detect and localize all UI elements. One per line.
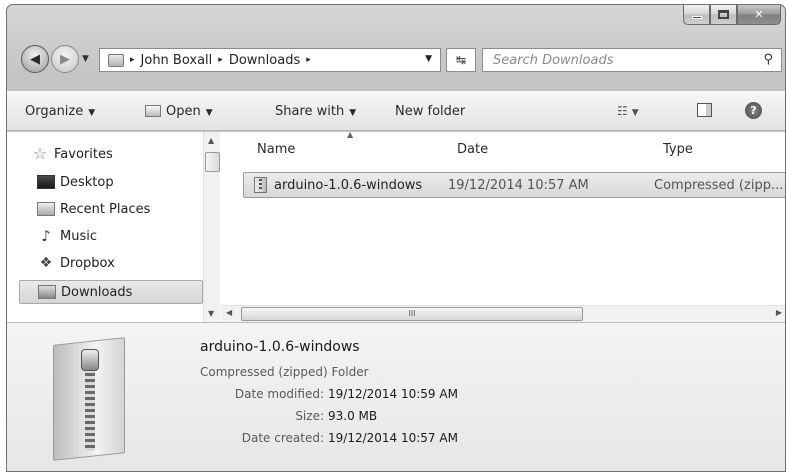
scroll-down-icon[interactable]: ▼ — [208, 309, 214, 318]
details-key: Date modified: — [234, 387, 324, 401]
minimize-button[interactable] — [683, 5, 710, 25]
chevron-down-icon: ▼ — [631, 108, 639, 118]
details-file-type: Compressed (zipped) Folder — [200, 365, 369, 379]
nav-item-label: Music — [60, 228, 97, 244]
nav-vertical-scrollbar[interactable]: ▲ ▼ — [203, 132, 220, 322]
views-button[interactable]: ☷ ▼ — [617, 104, 639, 118]
file-row[interactable]: arduino-1.0.6-windows 19/12/2014 10:57 A… — [243, 172, 785, 198]
details-file-name: arduino-1.0.6-windows — [200, 339, 360, 355]
content-area: ☆ Favorites Desktop Recent Places ♪ Music … — [7, 130, 785, 322]
maximize-button[interactable] — [710, 5, 737, 25]
breadcrumb-separator-icon[interactable]: ▸ — [306, 55, 311, 65]
back-arrow-icon: ◀ — [30, 51, 40, 67]
details-size: Size: 93.0 MB — [200, 409, 462, 423]
column-header-type[interactable]: Type — [663, 142, 693, 157]
details-key: Date created: — [241, 431, 324, 445]
search-placeholder: Search Downloads — [493, 52, 614, 68]
scroll-left-icon[interactable]: ◀ — [226, 308, 232, 317]
organize-button[interactable]: Organize ▼ — [25, 104, 95, 119]
details-pane: arduino-1.0.6-windows Compressed (zipped… — [7, 322, 785, 471]
scroll-thumb[interactable]: III — [241, 307, 583, 321]
recent-pages-dropdown-icon[interactable]: ▼ — [82, 54, 89, 64]
details-key: Size: — [295, 409, 324, 423]
details-value: 93.0 MB — [328, 409, 378, 423]
search-icon[interactable]: ⚲ — [763, 52, 773, 67]
back-button[interactable]: ◀ — [21, 45, 49, 73]
search-input[interactable]: Search Downloads ⚲ — [482, 48, 782, 72]
breadcrumb-john-boxall[interactable]: John Boxall — [141, 53, 213, 68]
star-icon: ☆ — [32, 144, 48, 163]
chevron-down-icon: ▼ — [88, 108, 96, 118]
explorer-window: ✕ ◀ ▶ ▼ ▸ John Boxall ▸ Downloads ▸ ▼ ↹ … — [6, 4, 786, 472]
nav-recent-places[interactable]: Recent Places — [19, 197, 203, 221]
forward-arrow-icon: ▶ — [60, 51, 70, 67]
file-list: Name ▲ Date Type arduino-1.0.6-windows 1… — [221, 130, 785, 322]
help-icon[interactable]: ? — [745, 102, 762, 119]
zip-folder-icon — [254, 177, 267, 193]
forward-button[interactable]: ▶ — [51, 45, 79, 73]
new-folder-button[interactable]: New folder — [395, 104, 465, 119]
column-header-date[interactable]: Date — [457, 142, 488, 157]
navigation-pane: ☆ Favorites Desktop Recent Places ♪ Music … — [19, 132, 203, 322]
downloads-folder-icon — [108, 53, 124, 67]
preview-pane-button[interactable] — [697, 103, 712, 117]
chevron-down-icon: ▼ — [349, 108, 357, 118]
zip-folder-large-icon — [43, 337, 137, 461]
address-dropdown-icon[interactable]: ▼ — [425, 54, 432, 64]
details-date-modified: Date modified: 19/12/2014 10:59 AM — [200, 387, 462, 401]
desktop-icon — [37, 175, 55, 189]
nav-item-label: Favorites — [54, 146, 113, 162]
scroll-up-icon[interactable]: ▲ — [208, 136, 214, 145]
nav-favorites[interactable]: ☆ Favorites — [19, 142, 203, 166]
file-horizontal-scrollbar[interactable]: ◀ III ▶ — [221, 305, 785, 322]
nav-dropbox[interactable]: ❖ Dropbox — [19, 251, 203, 275]
nav-item-label: Recent Places — [60, 201, 151, 217]
downloads-icon — [38, 285, 56, 299]
nav-item-label: Desktop — [60, 174, 114, 190]
file-name: arduino-1.0.6-windows — [274, 178, 423, 193]
column-header-name[interactable]: Name — [257, 142, 295, 157]
navigation-row: ◀ ▶ ▼ ▸ John Boxall ▸ Downloads ▸ ▼ ↹ Se… — [13, 45, 783, 75]
recent-places-icon — [37, 202, 55, 216]
share-with-button[interactable]: Share with ▼ — [275, 104, 356, 119]
scroll-right-icon[interactable]: ▶ — [776, 308, 782, 317]
organize-label: Organize — [25, 104, 84, 119]
nav-desktop[interactable]: Desktop — [19, 170, 203, 194]
nav-item-label: Downloads — [61, 284, 133, 300]
caption-buttons: ✕ — [683, 5, 781, 27]
open-label: Open — [166, 104, 201, 119]
refresh-button[interactable]: ↹ — [446, 48, 476, 72]
new-folder-label: New folder — [395, 104, 466, 119]
minimize-icon — [691, 15, 702, 19]
dropbox-icon: ❖ — [39, 255, 53, 271]
open-folder-icon — [145, 105, 161, 117]
file-type: Compressed (zipp... — [654, 178, 784, 193]
command-toolbar: Organize ▼ Open ▼ Share with ▼ New folder ☷… — [7, 91, 785, 131]
nav-downloads[interactable]: Downloads — [19, 280, 203, 304]
breadcrumb-downloads[interactable]: Downloads — [229, 53, 300, 68]
file-date: 19/12/2014 10:57 AM — [448, 178, 589, 193]
views-icon: ☷ — [617, 104, 628, 118]
details-value: 19/12/2014 10:57 AM — [328, 431, 458, 445]
music-icon: ♪ — [41, 227, 51, 245]
breadcrumb-separator-icon[interactable]: ▸ — [130, 55, 135, 65]
scroll-grip: III — [408, 309, 416, 318]
open-button[interactable]: Open ▼ — [145, 104, 213, 119]
share-with-label: Share with — [275, 104, 345, 119]
nav-item-label: Dropbox — [60, 255, 115, 271]
refresh-icon: ↹ — [455, 53, 467, 67]
nav-music[interactable]: ♪ Music — [19, 224, 203, 248]
close-icon: ✕ — [754, 8, 764, 21]
details-date-created: Date created: 19/12/2014 10:57 AM — [200, 431, 462, 445]
maximize-icon — [718, 10, 729, 19]
chevron-down-icon: ▼ — [205, 108, 213, 118]
scroll-thumb[interactable] — [205, 152, 220, 172]
address-bar[interactable]: ▸ John Boxall ▸ Downloads ▸ ▼ — [99, 48, 441, 72]
details-value: 19/12/2014 10:59 AM — [328, 387, 458, 401]
close-button[interactable]: ✕ — [737, 5, 781, 25]
sort-ascending-icon: ▲ — [347, 130, 354, 139]
breadcrumb-separator-icon[interactable]: ▸ — [218, 55, 223, 65]
